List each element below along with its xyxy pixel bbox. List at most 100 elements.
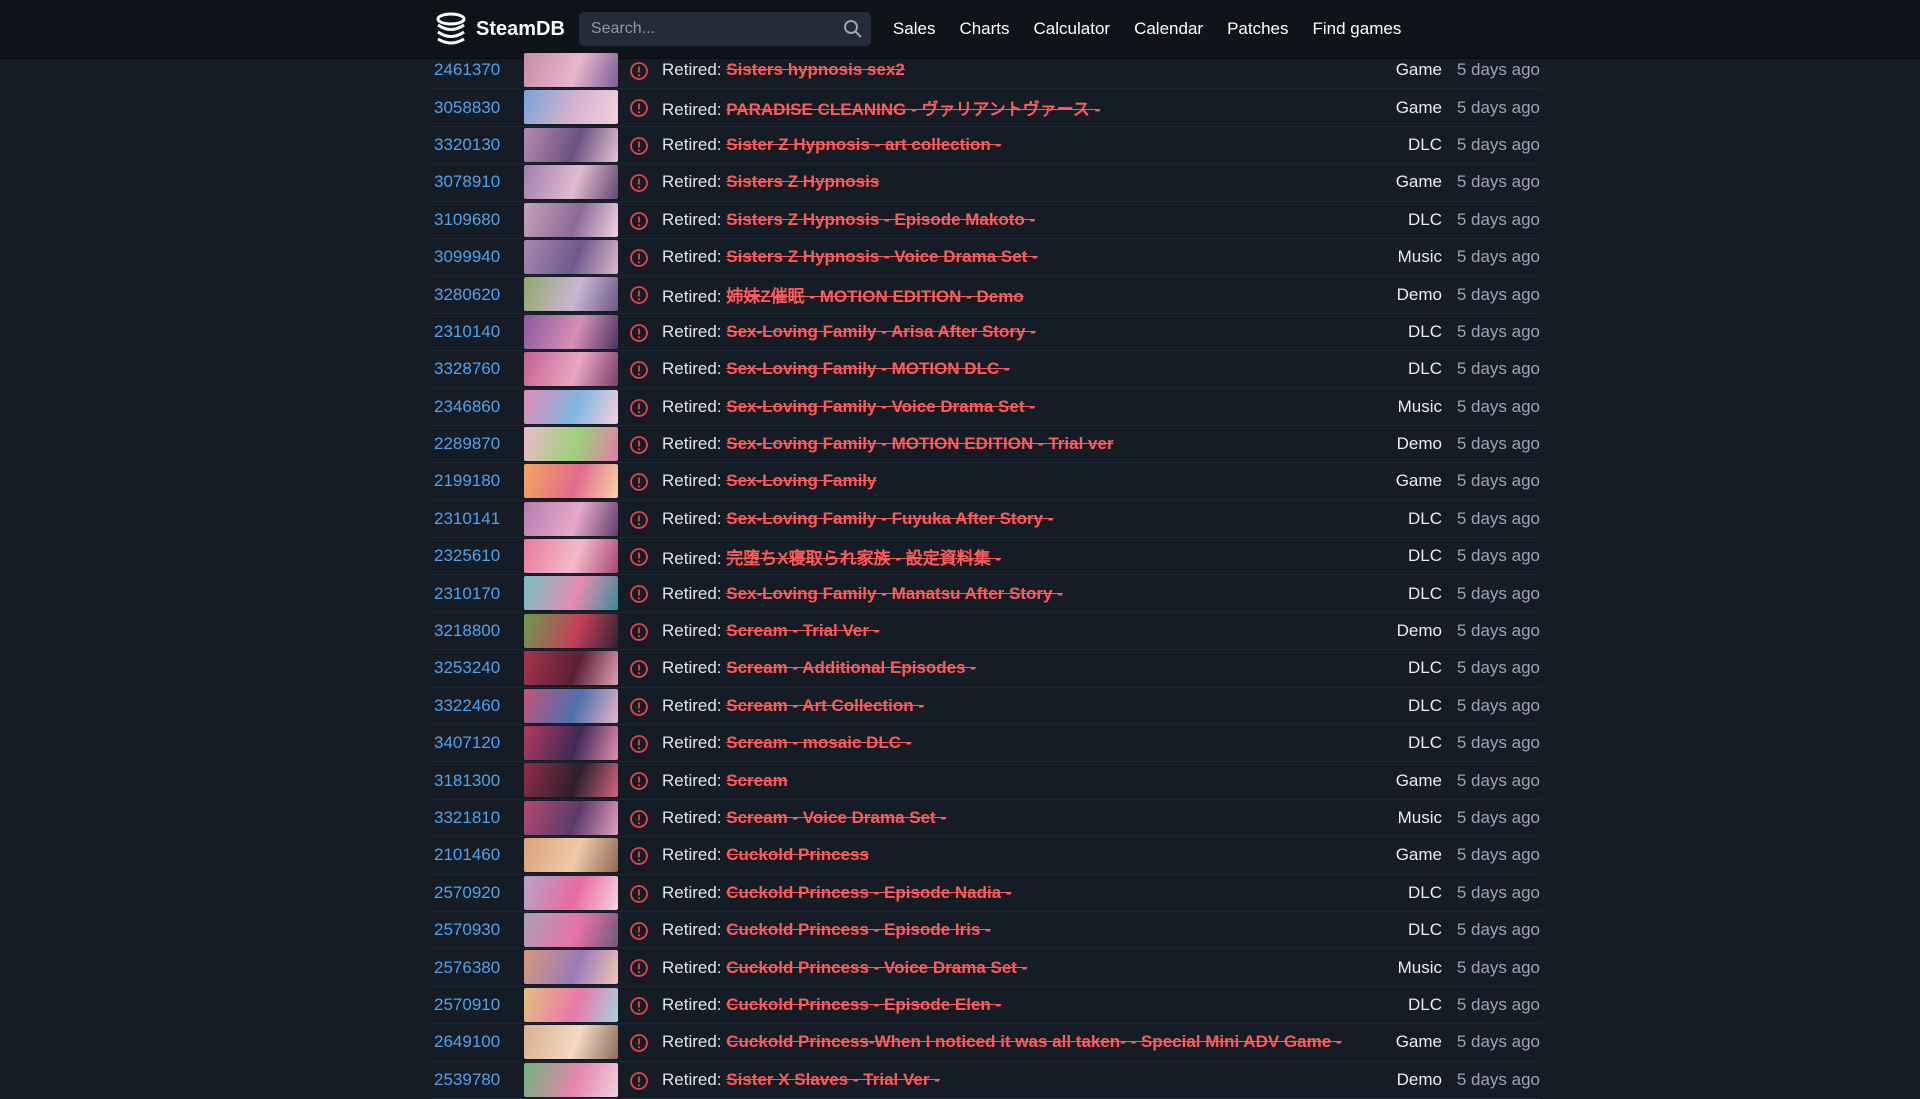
app-thumbnail[interactable] — [524, 950, 618, 985]
app-thumbnail[interactable] — [524, 576, 618, 611]
app-id-link[interactable]: 3058830 — [434, 98, 500, 118]
app-id-link[interactable]: 3280620 — [434, 285, 500, 305]
app-name-link[interactable]: Scream — [726, 771, 787, 790]
app-id-link[interactable]: 3407120 — [434, 733, 500, 753]
app-id-link[interactable]: 2570930 — [434, 920, 500, 940]
app-name-link[interactable]: 姉妹Z催眠 - MOTION EDITION - Demo — [726, 287, 1024, 306]
app-thumbnail[interactable] — [524, 277, 618, 312]
app-id-link[interactable]: 2310141 — [434, 509, 500, 529]
app-thumbnail[interactable] — [524, 875, 618, 910]
app-thumbnail[interactable] — [524, 800, 618, 835]
app-name-link[interactable]: Sisters Z Hypnosis — [726, 172, 879, 191]
app-thumbnail[interactable] — [524, 90, 618, 125]
app-thumbnail[interactable] — [524, 613, 618, 648]
alert-circle-icon — [629, 1071, 649, 1091]
change-label: Retired: — [662, 359, 722, 379]
app-id-link[interactable]: 2570910 — [434, 995, 500, 1015]
app-name-link[interactable]: Cuckold Princess - Episode Nadia - — [726, 883, 1011, 902]
change-time: 5 days ago — [1456, 359, 1540, 379]
app-id-link[interactable]: 3322460 — [434, 696, 500, 716]
app-thumbnail[interactable] — [524, 912, 618, 947]
search-icon[interactable] — [843, 19, 863, 39]
nav-sales[interactable]: Sales — [881, 0, 948, 58]
app-thumbnail[interactable] — [524, 726, 618, 761]
nav-patches[interactable]: Patches — [1215, 0, 1300, 58]
app-name-link[interactable]: Scream - Art Collection - — [726, 696, 924, 715]
app-thumbnail[interactable] — [524, 165, 618, 200]
app-name-link[interactable]: Scream - Voice Drama Set - — [726, 808, 946, 827]
app-thumbnail[interactable] — [524, 688, 618, 723]
app-thumbnail[interactable] — [524, 426, 618, 461]
change-time: 5 days ago — [1456, 882, 1540, 902]
app-id-link[interactable]: 2346860 — [434, 397, 500, 417]
app-thumbnail[interactable] — [524, 501, 618, 536]
app-name-link[interactable]: Sex-Loving Family - MOTION DLC - — [726, 359, 1009, 378]
app-id-link[interactable]: 2101460 — [434, 845, 500, 865]
nav-calendar[interactable]: Calendar — [1122, 0, 1215, 58]
app-id-link[interactable]: 2199180 — [434, 471, 500, 491]
app-id-link[interactable]: 2649100 — [434, 1032, 500, 1052]
app-name-link[interactable]: Scream - Additional Episodes - — [726, 658, 976, 677]
app-id-link[interactable]: 2289870 — [434, 434, 500, 454]
app-id-link[interactable]: 3218800 — [434, 621, 500, 641]
nav-find-games[interactable]: Find games — [1301, 0, 1414, 58]
app-thumbnail[interactable] — [524, 127, 618, 162]
app-id-link[interactable]: 3099940 — [434, 247, 500, 267]
app-name-link[interactable]: Cuckold Princess - Episode Elen - — [726, 995, 1001, 1014]
app-id-link[interactable]: 3320130 — [434, 135, 500, 155]
app-name-link[interactable]: PARADISE CLEANING - ヴァリアントヴァース - — [726, 100, 1100, 119]
app-name-link[interactable]: Cuckold Princess - Episode Iris - — [726, 920, 991, 939]
app-id-link[interactable]: 2310140 — [434, 322, 500, 342]
app-id-link[interactable]: 2570920 — [434, 883, 500, 903]
app-thumbnail[interactable] — [524, 838, 618, 873]
app-name-link[interactable]: Cuckold Princess - Voice Drama Set - — [726, 958, 1027, 977]
app-thumbnail[interactable] — [524, 239, 618, 274]
app-thumbnail[interactable] — [524, 763, 618, 798]
app-id-link[interactable]: 3253240 — [434, 658, 500, 678]
app-id-link[interactable]: 2576380 — [434, 958, 500, 978]
search-input[interactable] — [578, 20, 843, 38]
app-id-link[interactable]: 3181300 — [434, 771, 500, 791]
app-thumbnail[interactable] — [524, 352, 618, 387]
nav-charts[interactable]: Charts — [947, 0, 1021, 58]
table-row: 2570920 Retired: Cuckold Princess - Episo… — [432, 875, 1540, 912]
app-id-link[interactable]: 2325610 — [434, 546, 500, 566]
app-thumbnail[interactable] — [524, 202, 618, 237]
change-description: Retired: Scream - mosaic DLC - — [662, 733, 911, 753]
app-name-link[interactable]: Sex-Loving Family - MOTION EDITION - Tri… — [726, 434, 1113, 453]
app-name-link[interactable]: Sister Z Hypnosis - art collection - — [726, 135, 1001, 154]
app-thumbnail[interactable] — [524, 539, 618, 574]
nav-calculator[interactable]: Calculator — [1022, 0, 1123, 58]
app-thumbnail[interactable] — [524, 1025, 618, 1060]
app-name-link[interactable]: Sister X Slaves - Trial Ver - — [726, 1070, 940, 1089]
app-id-link[interactable]: 3328760 — [434, 359, 500, 379]
brand-home-link[interactable]: SteamDB — [432, 10, 565, 48]
app-id-link[interactable]: 2461370 — [434, 60, 500, 80]
app-name-link[interactable]: Sex-Loving Family - Voice Drama Set - — [726, 397, 1035, 416]
app-name-link[interactable]: Sisters Z Hypnosis - Voice Drama Set - — [726, 247, 1037, 266]
app-name-link[interactable]: Sisters hypnosis sex2 — [726, 60, 905, 79]
app-thumbnail[interactable] — [524, 651, 618, 686]
app-thumbnail[interactable] — [524, 464, 618, 499]
app-name-link[interactable]: Scream - mosaic DLC - — [726, 733, 911, 752]
app-name-link[interactable]: Sex-Loving Family — [726, 471, 876, 490]
app-thumbnail[interactable] — [524, 314, 618, 349]
app-name-link[interactable]: Sex-Loving Family - Manatsu After Story … — [726, 584, 1063, 603]
app-thumbnail[interactable] — [524, 389, 618, 424]
app-name-link[interactable]: Sex-Loving Family - Arisa After Story - — [726, 322, 1036, 341]
app-name-link[interactable]: Sisters Z Hypnosis - Episode Makoto - — [726, 210, 1035, 229]
app-id-link[interactable]: 3078910 — [434, 172, 500, 192]
app-name-link[interactable]: Sex-Loving Family - Fuyuka After Story - — [726, 509, 1053, 528]
app-id-link[interactable]: 2310170 — [434, 584, 500, 604]
app-thumbnail[interactable] — [524, 987, 618, 1022]
change-label: Retired: — [662, 957, 722, 977]
app-name-link[interactable]: Cuckold Princess — [726, 845, 869, 864]
app-id-link[interactable]: 3321810 — [434, 808, 500, 828]
steamdb-logo-icon — [432, 10, 470, 48]
app-name-link[interactable]: Scream - Trial Ver - — [726, 621, 879, 640]
app-id-link[interactable]: 3109680 — [434, 210, 500, 230]
app-name-link[interactable]: Cuckold Princess-When I noticed it was a… — [726, 1032, 1341, 1051]
app-thumbnail[interactable] — [524, 53, 618, 87]
table-row: 2310170 Retired: Sex-Loving Family - Mana… — [432, 575, 1540, 613]
app-name-link[interactable]: 完堕ちX寝取られ家族 - 設定資料集 - — [726, 549, 1001, 568]
